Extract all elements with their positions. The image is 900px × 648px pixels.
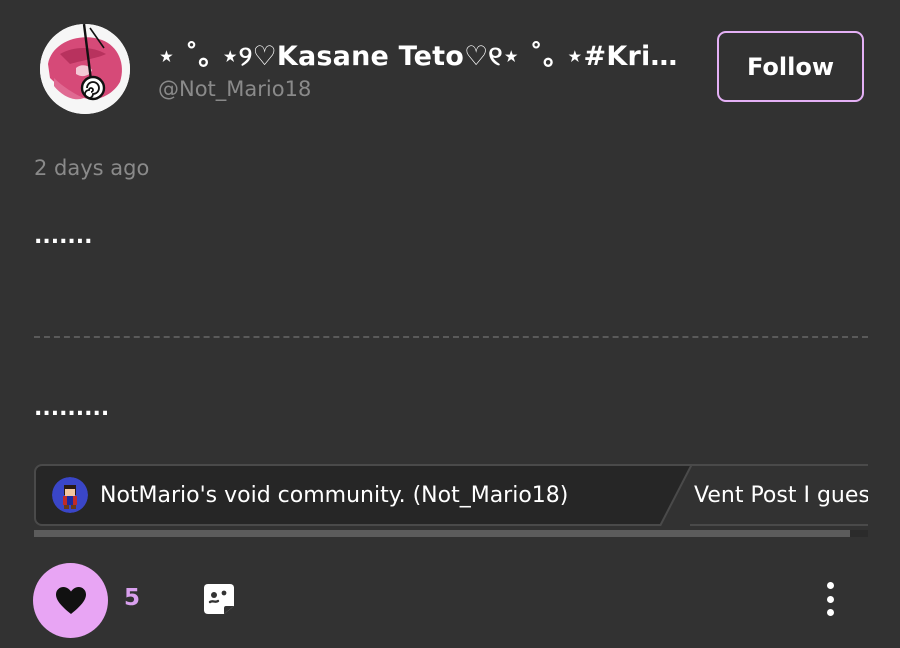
heart-icon — [55, 586, 86, 614]
like-count: 5 — [124, 585, 141, 611]
post-tags-row: NotMario's void community. (Not_Mario18)… — [34, 464, 868, 526]
post-body-line-1: ....... — [34, 224, 93, 249]
community-tag[interactable]: NotMario's void community. (Not_Mario18) — [34, 464, 660, 526]
section-divider — [34, 336, 868, 338]
tags-scrollbar-thumb[interactable] — [34, 530, 850, 537]
post-view: ⋆ ˚｡ ⋆୨♡Kasane Teto♡୧⋆ ˚｡ ⋆#KrisA... @No… — [0, 0, 900, 648]
post-body-line-2: ......... — [34, 396, 110, 421]
post-timestamp: 2 days ago — [34, 156, 150, 180]
topic-label: Vent Post I guess — [694, 482, 868, 508]
like-button[interactable] — [33, 563, 108, 638]
more-options-button[interactable] — [818, 582, 842, 616]
follow-button[interactable]: Follow — [717, 31, 864, 102]
author-avatar[interactable] — [40, 24, 130, 114]
tags-scrollbar[interactable] — [34, 530, 868, 537]
comment-icon — [204, 584, 234, 614]
comment-button[interactable] — [202, 582, 236, 616]
community-avatar-icon — [52, 477, 88, 513]
author-display-name[interactable]: ⋆ ˚｡ ⋆୨♡Kasane Teto♡୧⋆ ˚｡ ⋆#KrisA... — [158, 34, 688, 73]
community-name: NotMario's void community. (Not_Mario18) — [100, 482, 569, 508]
more-vertical-icon — [826, 582, 834, 589]
topic-tag[interactable]: Vent Post I guess — [690, 464, 868, 526]
avatar-image — [40, 24, 130, 114]
author-handle[interactable]: @Not_Mario18 — [158, 77, 311, 101]
tag-separator — [634, 464, 693, 526]
